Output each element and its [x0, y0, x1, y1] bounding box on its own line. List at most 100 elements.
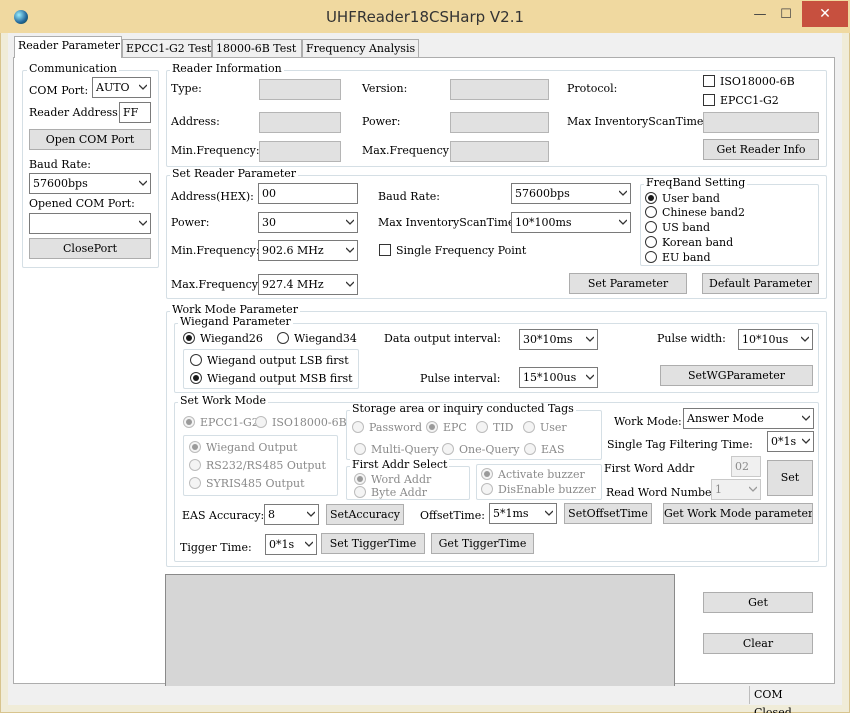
com-port-select[interactable]: AUTO	[92, 77, 151, 98]
close-icon[interactable]: ✕	[802, 1, 848, 27]
power-select[interactable]: 30	[258, 212, 358, 233]
activate-buzzer-radio[interactable]	[481, 468, 493, 480]
pulse-width-label: Pulse width:	[657, 332, 726, 345]
chinese-band2-radio[interactable]	[645, 206, 657, 218]
user-band-label: User band	[662, 192, 720, 205]
min-frequency-set-value: 902.6 MHz	[262, 244, 324, 257]
eas-accuracy-label: EAS Accuracy:	[182, 509, 265, 522]
user-band-radio[interactable]	[645, 192, 657, 204]
one-query-radio[interactable]	[442, 443, 454, 455]
read-word-number-select[interactable]: 1	[711, 479, 761, 500]
iso18000-6b-mode-radio[interactable]	[255, 416, 267, 428]
open-com-port-button[interactable]: Open COM Port	[29, 129, 151, 150]
tab-18000-6b-test[interactable]: 18000-6B Test	[212, 39, 302, 57]
epcc1-g2-mode-radio[interactable]	[183, 416, 195, 428]
baud-rate-set-label: Baud Rate:	[378, 190, 440, 203]
chevron-down-icon	[545, 510, 553, 516]
tab-epcc1-g2-test[interactable]: EPCC1-G2 Test	[122, 39, 212, 57]
baud-rate-select[interactable]: 57600bps	[29, 173, 151, 194]
max-frequency-select[interactable]: 927.4 MHz	[258, 274, 358, 295]
minimize-icon[interactable]: —	[747, 6, 773, 24]
max-frequency-label: Max.Frequency:	[362, 144, 453, 157]
password-radio[interactable]	[352, 421, 364, 433]
set-wg-parameter-button[interactable]: SetWGParameter	[660, 365, 813, 386]
syris485-output-radio[interactable]	[189, 477, 201, 489]
wiegand-parameter-title: Wiegand Parameter	[178, 315, 293, 328]
baud-rate-set-select[interactable]: 57600bps	[511, 183, 631, 204]
address-hex-input[interactable]: 00	[258, 183, 358, 204]
default-parameter-button[interactable]: Default Parameter	[702, 273, 819, 294]
chevron-down-icon	[346, 281, 354, 287]
set-offset-time-button[interactable]: SetOffsetTime	[564, 503, 652, 524]
single-tag-filtering-time-select[interactable]: 0*1s	[767, 431, 814, 452]
first-word-addr-input[interactable]: 02	[731, 456, 761, 477]
rs232-rs485-output-radio[interactable]	[189, 459, 201, 471]
reader-address-input[interactable]: FF	[119, 102, 151, 123]
data-output-interval-select[interactable]: 30*10ms	[519, 329, 598, 350]
power-set-label: Power:	[171, 216, 210, 229]
lsb-first-label: Wiegand output LSB first	[207, 354, 349, 367]
min-frequency-select[interactable]: 902.6 MHz	[258, 240, 358, 261]
pulse-width-select[interactable]: 10*10us	[738, 329, 813, 350]
opened-com-port-label: Opened COM Port:	[29, 197, 135, 210]
opened-com-port-select[interactable]	[29, 213, 151, 234]
set-parameter-button[interactable]: Set Parameter	[569, 273, 687, 294]
eas-accuracy-select[interactable]: 8	[264, 504, 319, 525]
tab-frequency-analysis[interactable]: Frequency Analysis	[302, 39, 419, 57]
get-tigger-time-button[interactable]: Get TiggerTime	[431, 533, 534, 554]
iso18000-6b-checkbox[interactable]	[703, 75, 715, 87]
baud-rate-label: Baud Rate:	[29, 158, 91, 171]
set-accuracy-button[interactable]: SetAccuracy	[326, 504, 404, 525]
chinese-band2-label: Chinese band2	[662, 206, 745, 219]
eas-label: EAS	[541, 443, 565, 456]
close-port-button[interactable]: ClosePort	[29, 238, 151, 259]
korean-band-radio[interactable]	[645, 236, 657, 248]
eu-band-radio[interactable]	[645, 251, 657, 263]
lsb-first-radio[interactable]	[190, 354, 202, 366]
epc-radio[interactable]	[426, 421, 438, 433]
max-inventory-scan-time-label: Max InventoryScanTime:	[567, 115, 708, 128]
user-radio[interactable]	[523, 421, 535, 433]
work-mode-select[interactable]: Answer Mode	[683, 408, 814, 429]
min-frequency-set-label: Min.Frequency:	[171, 244, 260, 257]
set-work-mode-button[interactable]: Set	[767, 460, 813, 496]
offset-time-select[interactable]: 5*1ms	[489, 503, 557, 524]
set-reader-parameter-title: Set Reader Parameter	[170, 167, 299, 180]
user-label: User	[540, 421, 567, 434]
wiegand-output-radio[interactable]	[189, 441, 201, 453]
msb-first-radio[interactable]	[190, 372, 202, 384]
single-frequency-checkbox[interactable]	[379, 244, 391, 256]
tigger-time-select[interactable]: 0*1s	[265, 534, 317, 555]
tab-reader-parameter[interactable]: Reader Parameter	[14, 36, 122, 58]
word-addr-label: Word Addr	[371, 473, 432, 486]
eas-radio[interactable]	[524, 443, 536, 455]
set-tigger-time-button[interactable]: Set TiggerTime	[321, 533, 425, 554]
get-button[interactable]: Get	[703, 592, 813, 613]
com-port-value: AUTO	[96, 81, 130, 94]
type-label: Type:	[171, 82, 202, 95]
tid-radio[interactable]	[476, 421, 488, 433]
max-inventory-select[interactable]: 10*100ms	[511, 212, 631, 233]
us-band-radio[interactable]	[645, 221, 657, 233]
get-work-mode-parameter-button[interactable]: Get Work Mode parameter	[663, 503, 813, 524]
single-tag-filtering-time-value: 0*1s	[771, 435, 797, 448]
multi-query-radio[interactable]	[354, 443, 366, 455]
clear-button[interactable]: Clear	[703, 633, 813, 654]
pulse-interval-label: Pulse interval:	[420, 372, 501, 385]
log-listbox[interactable]	[165, 574, 675, 702]
chevron-down-icon	[802, 415, 810, 421]
epcc1-g2-checkbox[interactable]	[703, 94, 715, 106]
title-bar[interactable]: UHFReader18CSHarp V2.1 — ☐ ✕	[0, 0, 850, 33]
get-reader-info-button[interactable]: Get Reader Info	[703, 139, 819, 160]
disable-buzzer-radio[interactable]	[481, 483, 493, 495]
byte-addr-radio[interactable]	[354, 486, 366, 498]
word-addr-radio[interactable]	[354, 473, 366, 485]
pulse-interval-select[interactable]: 15*100us	[519, 367, 598, 388]
communication-title: Communication	[27, 62, 119, 75]
window-title: UHFReader18CSHarp V2.1	[325, 8, 525, 26]
wiegand34-radio[interactable]	[277, 332, 289, 344]
version-value	[450, 79, 549, 100]
wiegand26-radio[interactable]	[183, 332, 195, 344]
chevron-down-icon	[586, 374, 594, 380]
maximize-icon[interactable]: ☐	[773, 6, 799, 24]
